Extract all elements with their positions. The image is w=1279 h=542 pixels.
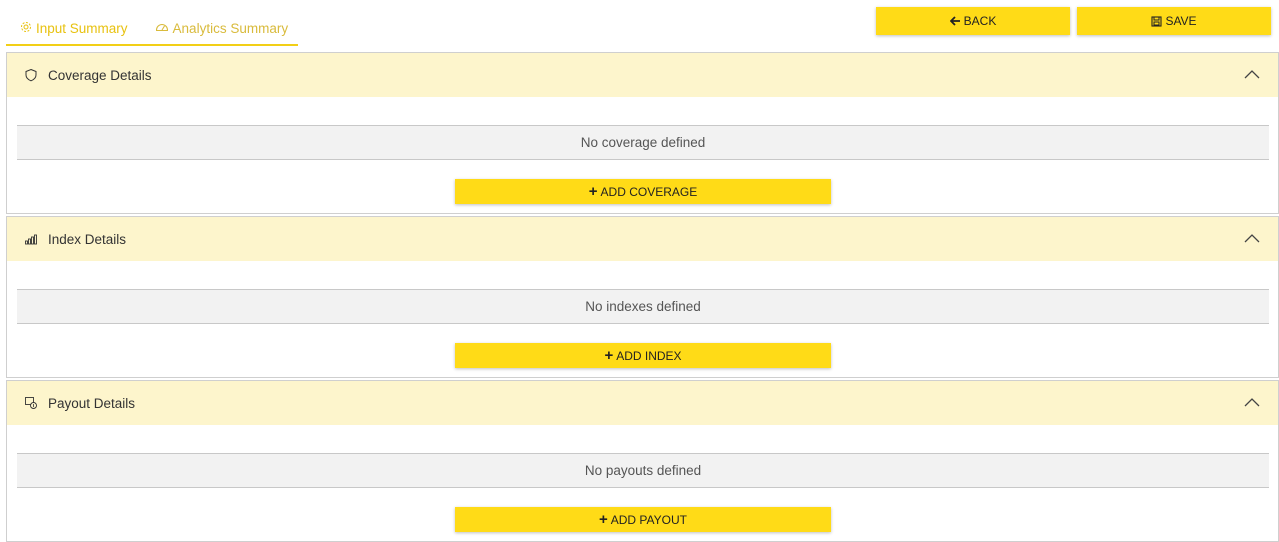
plus-icon: + [588, 183, 598, 200]
tab-analytics-summary-label: Analytics Summary [172, 20, 289, 36]
add-index-label: ADD INDEX [616, 348, 682, 363]
add-index-button[interactable]: + ADD INDEX [455, 343, 831, 368]
gear-icon [20, 21, 36, 36]
payout-details-title: Payout Details [48, 395, 136, 411]
summary-tabs: Input Summary Analytics Summary [6, 12, 298, 46]
gauge-icon [155, 21, 173, 36]
shield-icon [24, 68, 38, 82]
save-icon [1151, 15, 1162, 27]
index-empty-text: No indexes defined [585, 299, 701, 314]
payout-details-section: Payout Details No payouts defined + ADD … [6, 380, 1279, 542]
add-payout-button[interactable]: + ADD PAYOUT [455, 507, 831, 532]
payout-empty-row: No payouts defined [17, 453, 1269, 488]
chevron-up-icon[interactable] [1244, 395, 1260, 410]
chevron-up-icon[interactable] [1244, 67, 1260, 82]
back-button[interactable]: BACK [876, 7, 1070, 35]
payout-details-header[interactable]: Payout Details [7, 381, 1278, 425]
coverage-details-section: Coverage Details No coverage defined + A… [6, 52, 1279, 214]
save-button[interactable]: SAVE [1077, 7, 1271, 35]
tab-analytics-summary[interactable]: Analytics Summary [128, 12, 289, 44]
index-details-title: Index Details [48, 231, 127, 247]
back-button-label: BACK [963, 14, 997, 28]
payout-icon [24, 396, 38, 410]
coverage-empty-text: No coverage defined [580, 135, 706, 150]
payout-empty-text: No payouts defined [584, 463, 702, 478]
add-coverage-button[interactable]: + ADD COVERAGE [455, 179, 831, 204]
signal-bars-icon [24, 232, 38, 246]
arrow-left-icon [949, 16, 961, 26]
coverage-details-header[interactable]: Coverage Details [7, 53, 1278, 97]
index-details-header[interactable]: Index Details [7, 217, 1278, 261]
chevron-up-icon[interactable] [1244, 231, 1260, 246]
plus-icon: + [599, 511, 608, 528]
tab-input-summary-label: Input Summary [36, 20, 128, 36]
coverage-details-title: Coverage Details [48, 67, 152, 83]
coverage-empty-row: No coverage defined [17, 125, 1269, 160]
index-details-section: Index Details No indexes defined + ADD I… [6, 216, 1279, 378]
add-coverage-label: ADD COVERAGE [600, 184, 698, 199]
plus-icon: + [604, 347, 614, 364]
save-button-label: SAVE [1165, 14, 1197, 28]
index-empty-row: No indexes defined [17, 289, 1269, 324]
tab-input-summary[interactable]: Input Summary [6, 12, 128, 44]
add-payout-label: ADD PAYOUT [610, 512, 687, 527]
